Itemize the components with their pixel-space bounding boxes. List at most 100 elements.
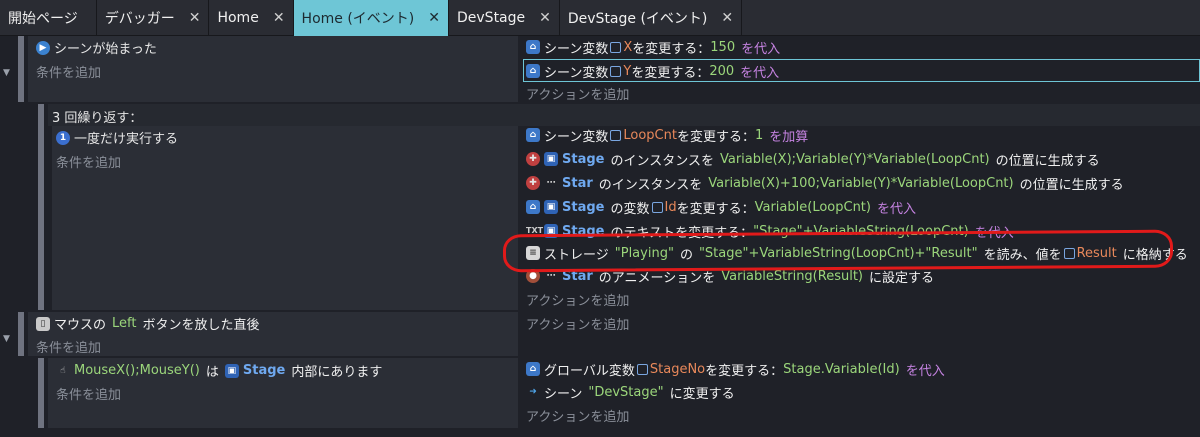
condition-text: マウスの [54,318,107,333]
action-row[interactable]: ⌂ シーン変数 LoopCnt を変更する： 1 を加算 [526,124,808,146]
action-text: のインスタンスを [610,153,714,169]
action-row[interactable]: ➜ シーン "DevStage" に変更する [526,381,735,403]
variable-name: LoopCnt [623,127,677,143]
event-bar[interactable] [18,312,24,356]
action-text: の位置に生成する [1019,177,1124,193]
object-name: Stage [242,363,286,378]
condition-scene-start[interactable]: ▶ シーンが始まった [36,38,157,57]
action-text: の変数 [610,201,650,217]
add-condition-button[interactable]: 条件を追加 [56,384,121,403]
scene-variable-icon: ⌂ [526,128,540,142]
variable-icon [651,201,663,213]
add-action-button[interactable]: アクションを追加 [526,84,629,103]
condition-point-inside[interactable]: ☝ MouseX();MouseY() は ▣ Stage 内部にあります [56,361,382,380]
tab-debugger[interactable]: デバッガー ✕ [97,0,210,36]
event-bar[interactable] [38,358,44,428]
object-variable-icon: ⌂ [526,200,540,214]
close-icon[interactable]: ✕ [539,10,551,26]
create-object-icon: ✚ [526,176,540,190]
action-text: を変更する： [705,363,784,379]
action-text: のインスタンスを [598,177,703,193]
action-row[interactable]: ⌂ ▣ Stage の変数 Id を変更する： Variable(LoopCnt… [526,196,916,218]
add-action-button[interactable]: アクションを追加 [526,406,629,425]
action-operator: を代入 [876,201,916,217]
close-icon[interactable]: ✕ [189,10,201,26]
action-value: Variable(LoopCnt) [754,199,871,215]
tab-home-events[interactable]: Home (イベント) ✕ [293,0,449,36]
add-condition-button[interactable]: 条件を追加 [56,152,121,171]
add-condition-button[interactable]: 条件を追加 [36,62,101,81]
gutter [0,36,18,437]
action-text: シーン変数 [544,65,609,81]
action-operator: を代入 [905,363,945,379]
event-bar[interactable] [18,36,24,102]
action-operator: を代入 [740,65,780,81]
repeat-header-text: 3 回繰り返す： [52,111,143,126]
action-text: を変更する： [676,129,755,145]
object-name: Stage [562,199,605,215]
action-value: VariableString(Result) [721,268,863,284]
action-text: グローバル変数 [544,363,635,379]
add-action-button[interactable]: アクションを追加 [526,290,629,309]
action-value: 200 [709,63,735,79]
add-action-button[interactable]: アクションを追加 [526,314,629,333]
close-icon[interactable]: ✕ [273,10,285,26]
tab-label: DevStage [457,10,526,26]
mouse-button-value: Left [112,316,137,331]
trigger-once-icon: 1 [56,130,70,145]
event-bar[interactable] [38,104,44,310]
repeat-conditions-panel[interactable] [52,126,518,310]
condition-text: 内部にあります [291,365,383,380]
scene-start-icon: ▶ [36,40,50,55]
action-row[interactable]: ✚ ▣ Stage のインスタンスを Variable(X);Variable(… [526,148,1100,170]
action-text: シーン変数 [544,41,609,57]
tab-devstage[interactable]: DevStage ✕ [449,0,560,36]
action-text: に変更する [669,386,735,402]
variable-icon [636,363,648,375]
condition-text: 一度だけ実行する [74,132,179,147]
scene-variable-icon: ⌂ [526,64,540,78]
action-value: 1 [754,127,764,143]
tab-label: Home [217,10,259,26]
close-icon[interactable]: ✕ [721,10,733,26]
action-row[interactable]: ⌂ シーン変数 Y を変更する： 200 を代入 [526,60,779,82]
tab-label: 開始ページ [8,11,78,27]
collapse-arrow-icon[interactable]: ▼ [3,334,13,344]
action-expression: Variable(X);Variable(Y)*Variable(LoopCnt… [719,151,990,167]
add-condition-button[interactable]: 条件を追加 [36,337,101,356]
action-value: Stage.Variable(Id) [783,361,900,377]
variable-icon [610,65,622,77]
action-text: シーン [544,386,583,402]
tab-home[interactable]: Home ✕ [209,0,294,36]
condition-mouse-released[interactable]: ▯ マウスの Left ボタンを放した直後 [36,314,260,333]
close-icon[interactable]: ✕ [428,10,440,26]
repeat-header[interactable] [48,104,1200,126]
event-sheet-editor: 開始ページ デバッガー ✕ Home ✕ Home (イベント) ✕ DevStage… [0,0,1200,437]
tab-bar: 開始ページ デバッガー ✕ Home ✕ Home (イベント) ✕ DevStage… [0,0,1200,36]
variable-name: Id [664,199,677,215]
red-annotation-circle [502,229,1174,273]
scene-variable-icon: ⌂ [526,40,540,54]
action-row[interactable]: ⌂ シーン変数 X を変更する： 150 を代入 [526,36,780,58]
action-value: 150 [710,39,736,55]
collapse-arrow-icon[interactable]: ▼ [3,68,13,78]
object-stage-icon: ▣ [224,363,239,378]
object-stage-icon: ▣ [544,200,558,214]
action-text: の位置に生成する [995,153,1100,169]
variable-name: Y [623,63,632,79]
action-expression: Variable(X)+100;Variable(Y)*Variable(Loo… [708,175,1014,191]
tab-devstage-events[interactable]: DevStage (イベント) ✕ [560,0,743,36]
variable-icon [610,129,622,141]
object-stage-icon: ▣ [544,152,558,166]
tab-start-page[interactable]: 開始ページ [0,0,97,36]
condition-trigger-once[interactable]: 1 一度だけ実行する [56,128,178,147]
variable-icon [610,41,622,53]
action-row[interactable]: ⌂ グローバル変数 StageNo を変更する： Stage.Variable(… [526,358,945,380]
action-row[interactable]: ✚ ⋯ Star のインスタンスを Variable(X)+100;Variab… [526,172,1124,194]
object-star-icon: ⋯ [546,178,556,188]
object-name: Stage [562,151,605,167]
action-text: を変更する： [631,65,710,81]
change-scene-icon: ➜ [529,387,537,397]
action-operator: を加算 [769,129,809,145]
create-object-icon: ✚ [526,152,540,166]
